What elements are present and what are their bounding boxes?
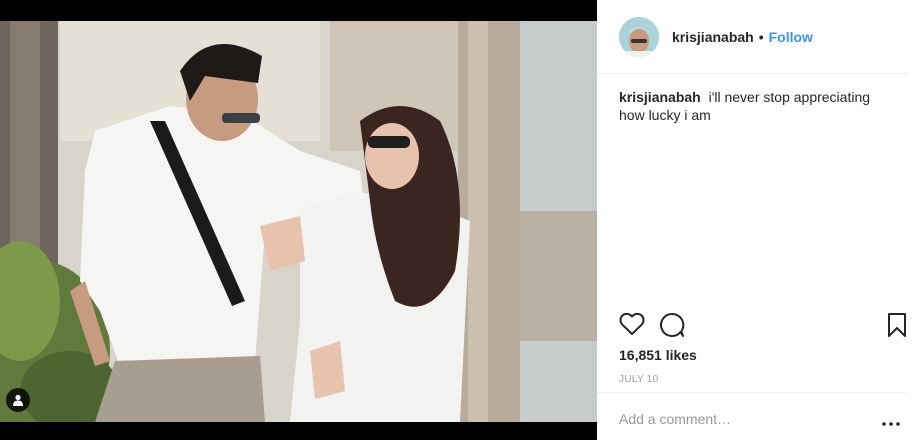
heart-icon: [619, 312, 645, 335]
photo-illustration: [0, 21, 597, 422]
comment-bar: [597, 392, 907, 440]
likes-count[interactable]: 16,851 likes: [619, 347, 697, 363]
comment-icon: [660, 312, 685, 337]
post-details-panel: krisjianabah • Follow krisjianabah i'll …: [597, 0, 914, 440]
save-button[interactable]: [887, 312, 907, 343]
more-options-icon: [882, 422, 900, 426]
like-button[interactable]: [619, 312, 645, 341]
more-options-button[interactable]: [882, 413, 900, 431]
caption-username-link[interactable]: krisjianabah: [619, 89, 701, 105]
avatar-image: [619, 16, 659, 57]
comment-button[interactable]: [659, 312, 685, 343]
avatar[interactable]: [619, 16, 659, 57]
header-text: krisjianabah • Follow: [672, 29, 813, 45]
separator-dot: •: [758, 28, 764, 45]
post-photo[interactable]: [0, 21, 597, 422]
user-tag-icon: [13, 394, 23, 406]
post-media: [0, 0, 597, 440]
follow-button[interactable]: Follow: [769, 29, 813, 45]
post-header: krisjianabah • Follow: [597, 0, 907, 74]
post-date[interactable]: JULY 10: [619, 374, 659, 385]
bookmark-icon: [888, 313, 906, 337]
post-caption: krisjianabah i'll never stop appreciatin…: [619, 88, 889, 124]
tagged-users-button[interactable]: [6, 388, 30, 412]
post-actions: [597, 310, 907, 344]
username-link[interactable]: krisjianabah: [672, 29, 754, 45]
comment-input[interactable]: [619, 411, 849, 427]
